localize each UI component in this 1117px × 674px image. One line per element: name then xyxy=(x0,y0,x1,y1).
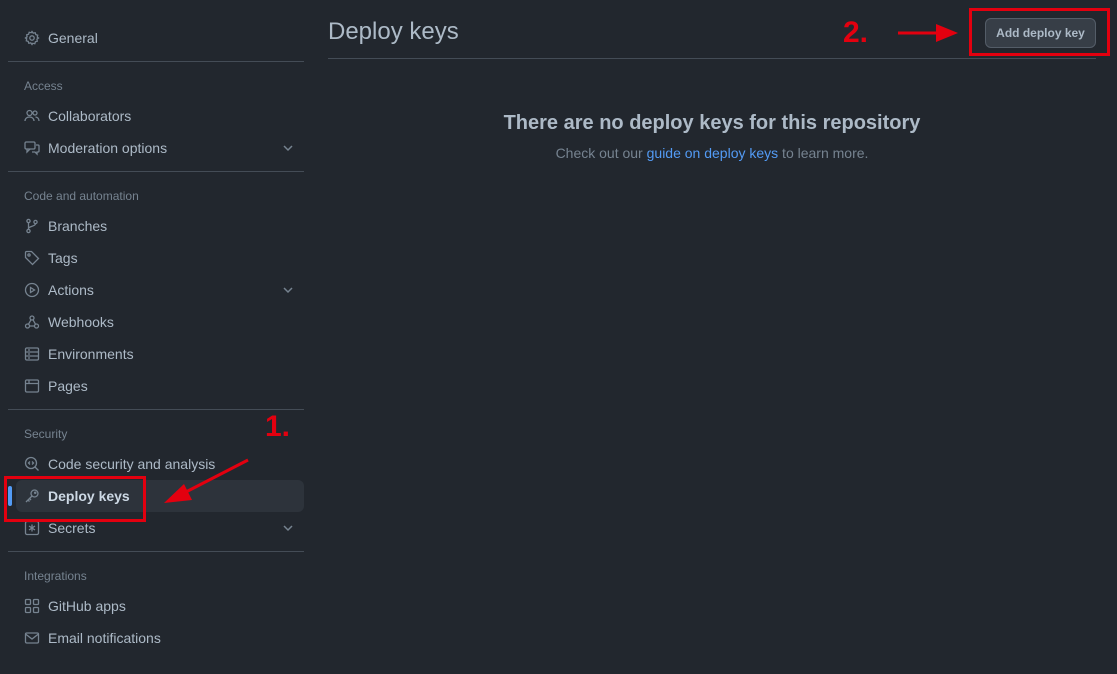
asterisk-icon xyxy=(24,520,40,536)
sidebar-item-label: Secrets xyxy=(48,520,96,536)
section-heading-access: Access xyxy=(24,79,63,93)
sidebar-item-email-notifications[interactable]: Email notifications xyxy=(16,622,304,654)
sidebar-item-label: GitHub apps xyxy=(48,598,126,614)
annotation-box-deploy-keys xyxy=(4,476,146,522)
annotation-box-add-button xyxy=(969,8,1110,56)
blankslate-heading: There are no deploy keys for this reposi… xyxy=(503,112,921,134)
main-content: Deploy keys Add deploy key There are no … xyxy=(328,0,1096,674)
settings-sidebar: General Access Collaborators Moderation … xyxy=(8,0,304,674)
sidebar-item-label: Environments xyxy=(48,346,134,362)
sidebar-item-environments[interactable]: Environments xyxy=(16,338,304,370)
sidebar-item-actions[interactable]: Actions xyxy=(16,274,304,306)
deploy-keys-guide-link[interactable]: guide on deploy keys xyxy=(647,145,779,161)
chevron-down-icon[interactable] xyxy=(280,140,296,156)
sidebar-item-webhooks[interactable]: Webhooks xyxy=(16,306,304,338)
app: General Access Collaborators Moderation … xyxy=(0,0,1117,674)
section-heading-security: Security xyxy=(24,427,68,441)
sidebar-item-label: Pages xyxy=(48,378,88,394)
sidebar-divider xyxy=(8,61,304,62)
comment-discussion-icon xyxy=(24,140,40,156)
mail-icon xyxy=(24,630,40,646)
title-divider xyxy=(328,58,1096,59)
chevron-down-icon[interactable] xyxy=(280,282,296,298)
annotation-step-2: 2. xyxy=(843,16,869,49)
sidebar-item-label: Tags xyxy=(48,250,78,266)
codescan-icon xyxy=(24,456,40,472)
play-icon xyxy=(24,282,40,298)
browser-icon xyxy=(24,378,40,394)
sidebar-item-label: Branches xyxy=(48,218,108,234)
sidebar-item-label: General xyxy=(48,30,98,46)
sidebar-item-label: Actions xyxy=(48,282,94,298)
tag-icon xyxy=(24,250,40,266)
blankslate-text-prefix: Check out our xyxy=(555,145,647,161)
sidebar-item-label: Webhooks xyxy=(48,314,114,330)
sidebar-item-pages[interactable]: Pages xyxy=(16,370,304,402)
sidebar-item-moderation[interactable]: Moderation options xyxy=(16,132,304,164)
webhook-icon xyxy=(24,314,40,330)
sidebar-item-branches[interactable]: Branches xyxy=(16,210,304,242)
server-icon xyxy=(24,346,40,362)
annotation-step-1: 1. xyxy=(265,410,291,443)
page-title: Deploy keys xyxy=(328,18,459,45)
sidebar-divider xyxy=(8,171,304,172)
sidebar-item-github-apps[interactable]: GitHub apps xyxy=(16,590,304,622)
sidebar-item-tags[interactable]: Tags xyxy=(16,242,304,274)
gear-icon xyxy=(24,30,40,46)
section-heading-code: Code and automation xyxy=(24,189,139,203)
sidebar-item-label: Moderation options xyxy=(48,140,168,156)
apps-icon xyxy=(24,598,40,614)
sidebar-divider xyxy=(8,409,304,410)
sidebar-divider xyxy=(8,551,304,552)
sidebar-item-general[interactable]: General xyxy=(16,22,304,54)
sidebar-item-label: Code security and analysis xyxy=(48,456,216,472)
blankslate-description: Check out our guide on deploy keys to le… xyxy=(328,145,1096,161)
chevron-down-icon[interactable] xyxy=(280,520,296,536)
section-heading-integrations: Integrations xyxy=(24,569,87,583)
people-icon xyxy=(24,108,40,124)
git-branch-icon xyxy=(24,218,40,234)
sidebar-item-collaborators[interactable]: Collaborators xyxy=(16,100,304,132)
sidebar-item-label: Collaborators xyxy=(48,108,132,124)
blankslate-text-suffix: to learn more. xyxy=(778,145,869,161)
sidebar-item-label: Email notifications xyxy=(48,630,161,646)
